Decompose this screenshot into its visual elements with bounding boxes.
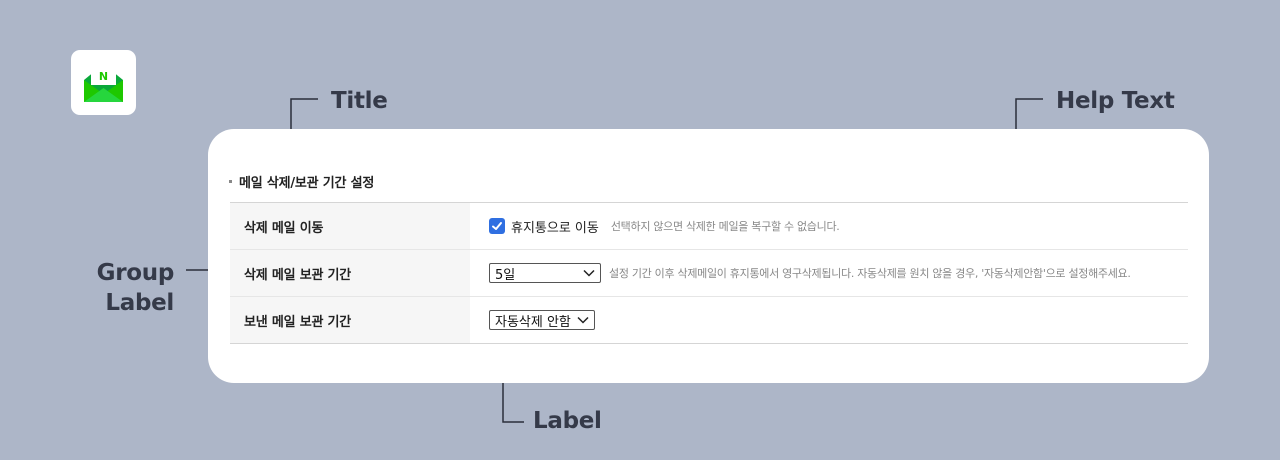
trash-move-checkbox[interactable] <box>489 218 505 234</box>
svg-text:N: N <box>99 70 108 83</box>
setting-row-deleted-retention: 삭제 메일 보관 기간 5일 설정 기간 이후 삭제메일이 휴지통에서 영구삭제… <box>230 250 1188 297</box>
title-callout: Title <box>331 88 388 114</box>
section-title: 메일 삭제/보관 기간 설정 <box>229 172 374 191</box>
row-value: 자동삭제 안함 <box>470 297 1188 343</box>
deleted-retention-select[interactable]: 5일 <box>489 263 601 283</box>
title-bullet <box>229 180 232 183</box>
row-value: 휴지통으로 이동 선택하지 않으면 삭제한 메일을 복구할 수 없습니다. <box>470 203 1188 249</box>
section-title-text: 메일 삭제/보관 기간 설정 <box>239 176 375 191</box>
setting-row-move-deleted: 삭제 메일 이동 휴지통으로 이동 선택하지 않으면 삭제한 메일을 복구할 수… <box>230 203 1188 250</box>
check-icon <box>492 222 502 230</box>
sent-retention-select[interactable]: 자동삭제 안함 <box>489 310 595 330</box>
settings-card: 메일 삭제/보관 기간 설정 삭제 메일 이동 휴지통으로 이동 선택하지 않으… <box>208 129 1209 383</box>
checkbox-label[interactable]: 휴지통으로 이동 <box>511 217 599 236</box>
group-label-callout: Group Label <box>54 258 175 318</box>
app-icon: N <box>71 50 136 115</box>
group-label-callout-line1: Group <box>96 260 175 286</box>
select-value: 자동삭제 안함 <box>495 314 571 330</box>
chevron-down-icon <box>583 269 595 277</box>
row-value: 5일 설정 기간 이후 삭제메일이 휴지통에서 영구삭제됩니다. 자동삭제를 원… <box>470 250 1188 296</box>
help-text: 설정 기간 이후 삭제메일이 휴지통에서 영구삭제됩니다. 자동삭제를 원치 않… <box>609 267 1131 280</box>
label-callout: Label <box>533 408 602 434</box>
select-value: 5일 <box>495 267 516 283</box>
row-label: 보낸 메일 보관 기간 <box>230 297 470 343</box>
settings-table: 삭제 메일 이동 휴지통으로 이동 선택하지 않으면 삭제한 메일을 복구할 수… <box>230 202 1188 344</box>
group-label-callout-line2: Label <box>105 290 174 316</box>
mail-envelope-icon: N <box>84 63 123 102</box>
setting-row-sent-retention: 보낸 메일 보관 기간 자동삭제 안함 <box>230 297 1188 344</box>
help-text-callout: Help Text <box>1056 88 1175 114</box>
help-text: 선택하지 않으면 삭제한 메일을 복구할 수 없습니다. <box>610 220 840 233</box>
row-label: 삭제 메일 보관 기간 <box>230 250 470 296</box>
chevron-down-icon <box>577 316 589 324</box>
row-label: 삭제 메일 이동 <box>230 203 470 249</box>
